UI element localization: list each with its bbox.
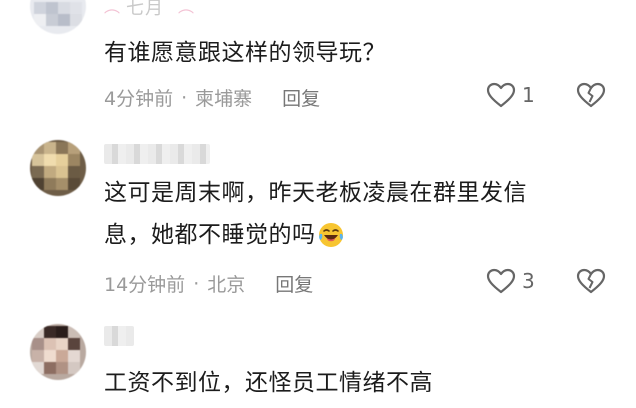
heart-outline-icon [486,268,516,294]
laughing-crying-emoji-icon [318,223,343,247]
dislike-button[interactable] [576,268,606,298]
avatar[interactable] [30,324,86,380]
comment-text-line: 息，她都不睡觉的吗 [104,214,527,256]
comment-location: 柬埔寨 [195,88,253,110]
like-count: 1 [522,83,535,107]
avatar[interactable] [30,0,86,34]
comment-text[interactable]: 工资不到位，还怪员工情绪不高 [104,362,433,404]
nickname-blurred[interactable] [104,326,134,346]
comment-item: ⌒ 七月 ⌒ 有谁愿意跟这样的领导玩？ 4分钟前 · 柬埔寨 回复 1 [0,0,636,130]
reply-button[interactable]: 回复 [282,84,320,111]
comment-meta: 4分钟前 · 柬埔寨 回复 [104,84,320,111]
comment-text[interactable]: 这可是周末啊，昨天老板凌晨在群里发信 息，她都不睡觉的吗 [104,172,527,256]
heart-outline-icon [486,82,516,108]
rainbow-badge-icon: ⌒ [104,8,121,27]
reply-button[interactable]: 回复 [275,270,313,297]
broken-heart-icon [576,268,606,294]
rainbow-badge-icon: ⌒ [178,8,195,27]
comment-text[interactable]: 有谁愿意跟这样的领导玩？ [104,32,386,74]
like-count: 3 [522,269,535,293]
comment-text-line: 这可是周末啊，昨天老板凌晨在群里发信 [104,180,527,206]
comment-feed: ⌒ 七月 ⌒ 有谁愿意跟这样的领导玩？ 4分钟前 · 柬埔寨 回复 1 这可是周… [0,0,636,408]
comment-meta: 14分钟前 · 北京 回复 [104,270,313,297]
comment-item: 工资不到位，还怪员工情绪不高 [0,310,636,408]
comment-time: 14分钟前 [104,274,186,296]
separator-dot: · [181,86,188,109]
comment-location: 北京 [207,274,246,296]
nickname-blurred[interactable] [104,144,210,164]
broken-heart-icon [576,82,606,108]
comment-time: 4分钟前 [104,88,174,110]
comment-item: 这可是周末啊，昨天老板凌晨在群里发信 息，她都不睡觉的吗 14分钟前 · 北京 … [0,130,636,310]
dislike-button[interactable] [576,82,606,112]
avatar[interactable] [30,140,86,196]
nickname[interactable]: 七月 [126,0,164,20]
comment-text-line2: 息，她都不睡觉的吗 [104,222,316,248]
like-button[interactable]: 3 [486,268,535,294]
like-button[interactable]: 1 [486,82,535,108]
separator-dot: · [193,272,200,295]
